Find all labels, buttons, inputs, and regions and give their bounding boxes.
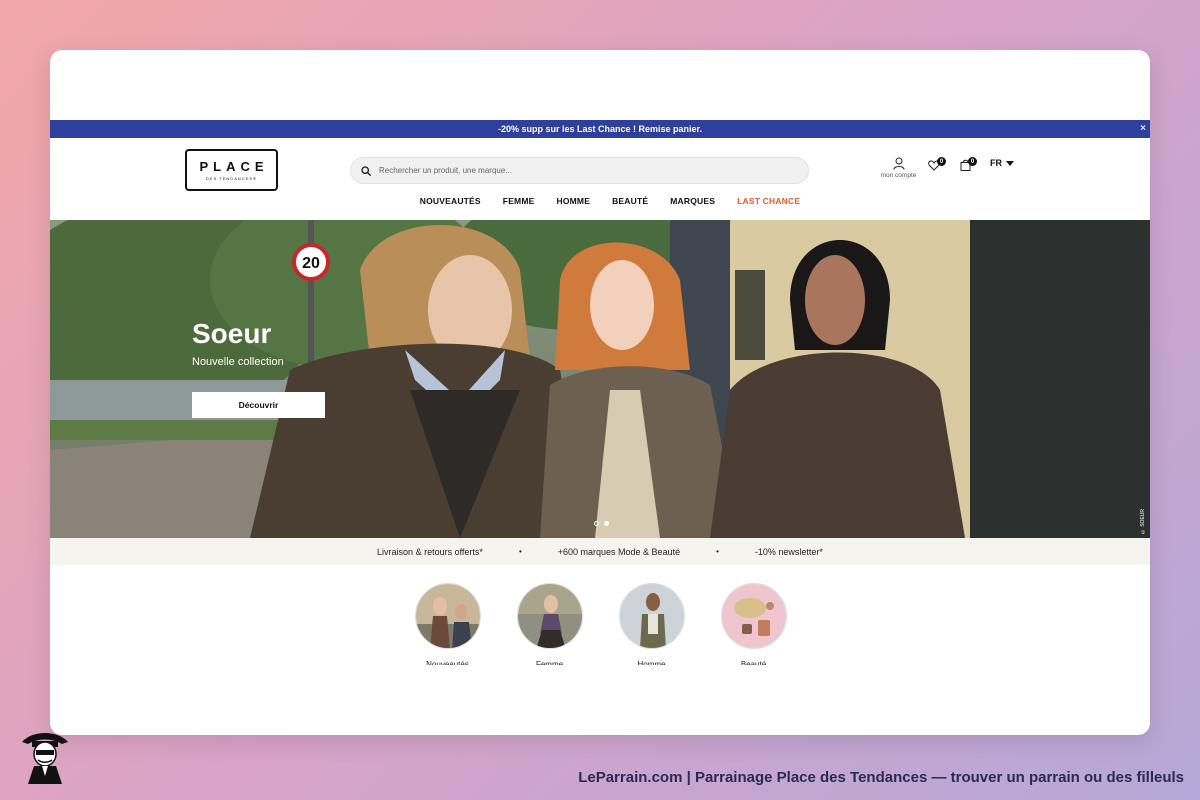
category-image: [720, 583, 787, 649]
category-list: Nouveautés Femme Homme Beauté: [50, 583, 1150, 665]
discover-button[interactable]: Découvrir: [192, 392, 325, 418]
search-icon: [361, 165, 371, 176]
hero-title: Soeur: [192, 318, 272, 349]
logo-main-text: PLACE: [199, 159, 269, 174]
browser-window: -20% supp sur les Last Chance ! Remise p…: [50, 50, 1150, 735]
user-icon: [893, 157, 904, 170]
hero-subtitle: Nouvelle collection: [192, 356, 284, 368]
promo-banner[interactable]: -20% supp sur les Last Chance ! Remise p…: [50, 120, 1150, 138]
hero-image: 20: [50, 220, 1150, 538]
category-beaute[interactable]: Beauté: [720, 583, 787, 665]
nav-item-beaute[interactable]: BEAUTÉ: [612, 196, 648, 206]
category-image: [516, 583, 583, 649]
nav-item-last-chance[interactable]: LAST CHANCE: [737, 196, 800, 206]
nav-item-homme[interactable]: HOMME: [557, 196, 591, 206]
carousel-dots: [594, 521, 609, 526]
wishlist-button[interactable]: 0: [928, 157, 946, 176]
category-femme[interactable]: Femme: [516, 583, 583, 665]
category-label: Homme: [637, 660, 666, 665]
category-label: Nouveautés: [426, 660, 469, 665]
hero-banner[interactable]: 20 Soeur Nouvelle collection Découvrir ©…: [50, 220, 1150, 538]
mascot-logo: [18, 728, 72, 789]
cart-button[interactable]: 0: [960, 157, 977, 176]
nav-item-nouveautes[interactable]: NOUVEAUTÉS: [420, 196, 481, 206]
photo-credit: © SOEUR: [1140, 508, 1146, 534]
speed-sign-text: 20: [302, 255, 320, 272]
nav-item-femme[interactable]: FEMME: [503, 196, 535, 206]
carousel-dot-active[interactable]: [604, 521, 609, 526]
main-nav: NOUVEAUTÉS FEMME HOMME BEAUTÉ MARQUES LA…: [50, 196, 1150, 206]
chevron-down-icon: [1006, 160, 1014, 166]
account-button[interactable]: mon compte: [876, 157, 921, 179]
cart-count-badge: 0: [968, 157, 977, 166]
site-header: PLACE DES TENDANCES® mon compte 0: [50, 138, 1150, 220]
category-label: Femme: [535, 660, 564, 665]
logo-sub-text: DES TENDANCES®: [206, 176, 257, 181]
account-label: mon compte: [880, 172, 917, 179]
benefit-item: -10% newsletter*: [754, 546, 823, 557]
benefits-bar: Livraison & retours offerts* • +600 marq…: [50, 538, 1150, 565]
site-logo[interactable]: PLACE DES TENDANCES®: [185, 149, 278, 191]
nav-item-marques[interactable]: MARQUES: [670, 196, 715, 206]
page-caption: LeParrain.com | Parrainage Place des Ten…: [578, 769, 1184, 786]
category-nouveautes[interactable]: Nouveautés: [414, 583, 481, 665]
category-image: [618, 583, 685, 649]
search-input[interactable]: [379, 166, 779, 175]
category-homme[interactable]: Homme: [618, 583, 685, 665]
benefit-separator: •: [716, 547, 719, 556]
category-image: [414, 583, 481, 649]
benefit-separator: •: [518, 547, 522, 556]
benefit-item: Livraison & retours offerts*: [377, 546, 483, 557]
language-value: FR: [990, 158, 1002, 168]
benefit-item: +600 marques Mode & Beauté: [557, 546, 681, 557]
promo-close-button[interactable]: ×: [1140, 123, 1146, 135]
category-label: Beauté: [740, 660, 767, 665]
language-selector[interactable]: FR: [990, 158, 1014, 168]
wishlist-count-badge: 0: [937, 157, 946, 166]
search-bar[interactable]: [350, 157, 809, 184]
promo-text: -20% supp sur les Last Chance ! Remise p…: [497, 124, 703, 134]
carousel-dot[interactable]: [594, 521, 599, 526]
